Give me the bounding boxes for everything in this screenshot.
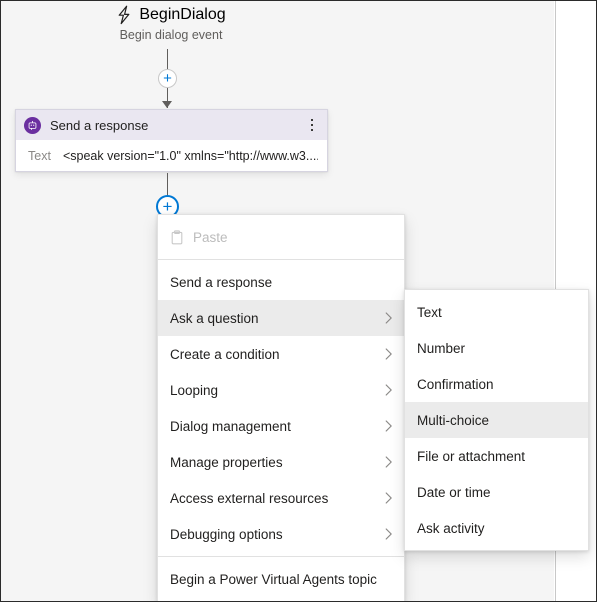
kebab-dot (310, 118, 314, 122)
card-body[interactable]: Text <speak version="1.0" xmlns="http://… (16, 140, 327, 171)
submenu-item-label: Text (417, 304, 442, 320)
menu-item-send-a-response[interactable]: Send a response (158, 264, 404, 300)
chevron-right-icon (385, 312, 392, 324)
menu-separator (158, 556, 404, 557)
menu-item-label: Create a condition (170, 346, 280, 362)
lightning-bolt-icon (118, 5, 130, 25)
chevron-right-icon (385, 420, 392, 432)
menu-item-label: Begin a Power Virtual Agents topic (170, 571, 377, 587)
submenu-item-multi-choice[interactable]: Multi-choice (405, 402, 588, 438)
menu-item-create-a-condition[interactable]: Create a condition (158, 336, 404, 372)
menu-item-debugging-options[interactable]: Debugging options (158, 516, 404, 552)
trigger-node[interactable]: BeginDialog Begin dialog event (1, 5, 341, 42)
more-options-icon[interactable] (304, 114, 320, 136)
add-node-button-top[interactable]: + (158, 69, 177, 88)
menu-item-label: Debugging options (170, 526, 283, 542)
submenu-item-label: Confirmation (417, 376, 494, 392)
menu-item-label: Dialog management (170, 418, 291, 434)
card-header[interactable]: Send a response (16, 110, 327, 140)
submenu-item-file-or-attachment[interactable]: File or attachment (405, 438, 588, 474)
chevron-right-icon (385, 528, 392, 540)
menu-item-label: Looping (170, 382, 219, 398)
submenu-item-ask-activity[interactable]: Ask activity (405, 510, 588, 546)
clipboard-icon (171, 229, 183, 244)
send-a-response-card[interactable]: Send a response Text <speak version="1.0… (15, 109, 328, 172)
kebab-dot (310, 123, 314, 127)
submenu-item-label: Multi-choice (417, 412, 490, 428)
card-field-value: <speak version="1.0" xmlns="http://www.w… (62, 148, 318, 163)
menu-item-looping[interactable]: Looping (158, 372, 404, 408)
menu-item-label: Send a response (170, 274, 273, 290)
menu-item-paste: Paste (158, 219, 404, 255)
plus-icon: + (163, 70, 172, 87)
menu-item-manage-properties[interactable]: Manage properties (158, 444, 404, 480)
menu-item-label: Access external resources (170, 490, 329, 506)
card-field-label: Text (28, 148, 51, 163)
dialog-flow-designer: BeginDialog Begin dialog event + Send a … (0, 0, 597, 602)
trigger-title-row: BeginDialog (1, 5, 341, 25)
card-title: Send a response (50, 117, 149, 133)
submenu-item-label: Ask activity (417, 520, 485, 536)
menu-item-dialog-management[interactable]: Dialog management (158, 408, 404, 444)
submenu-item-label: Date or time (417, 484, 491, 500)
submenu-item-date-or-time[interactable]: Date or time (405, 474, 588, 510)
connector-arrowhead (162, 101, 172, 108)
menu-item-ask-a-question[interactable]: Ask a question (158, 300, 404, 336)
trigger-title: BeginDialog (139, 6, 226, 23)
submenu-item-label: File or attachment (417, 448, 526, 464)
chevron-right-icon (385, 492, 392, 504)
chevron-right-icon (385, 384, 392, 396)
chevron-right-icon (385, 456, 392, 468)
menu-item-access-external-resources[interactable]: Access external resources (158, 480, 404, 516)
submenu-item-confirmation[interactable]: Confirmation (405, 366, 588, 402)
plus-icon: + (162, 197, 173, 216)
connector-edge-bottom (167, 173, 168, 197)
connector-edge-top (167, 49, 168, 71)
trigger-subtitle: Begin dialog event (119, 28, 223, 42)
submenu-item-text[interactable]: Text (405, 294, 588, 330)
menu-separator (158, 259, 404, 260)
add-node-context-menu[interactable]: Paste Send a response Ask a question Create… (157, 214, 405, 601)
chevron-right-icon (385, 348, 392, 360)
submenu-item-label: Number (417, 340, 466, 356)
menu-item-label: Ask a question (170, 310, 259, 326)
kebab-dot (310, 128, 314, 132)
menu-item-begin-a-power-virtual-agents-topic[interactable]: Begin a Power Virtual Agents topic (158, 561, 404, 597)
menu-item-label: Paste (193, 229, 228, 245)
ask-a-question-submenu[interactable]: Text Number Confirmation Multi-choice File o… (404, 289, 589, 551)
submenu-item-number[interactable]: Number (405, 330, 588, 366)
menu-item-label: Manage properties (170, 454, 283, 470)
bot-response-icon (24, 116, 41, 134)
